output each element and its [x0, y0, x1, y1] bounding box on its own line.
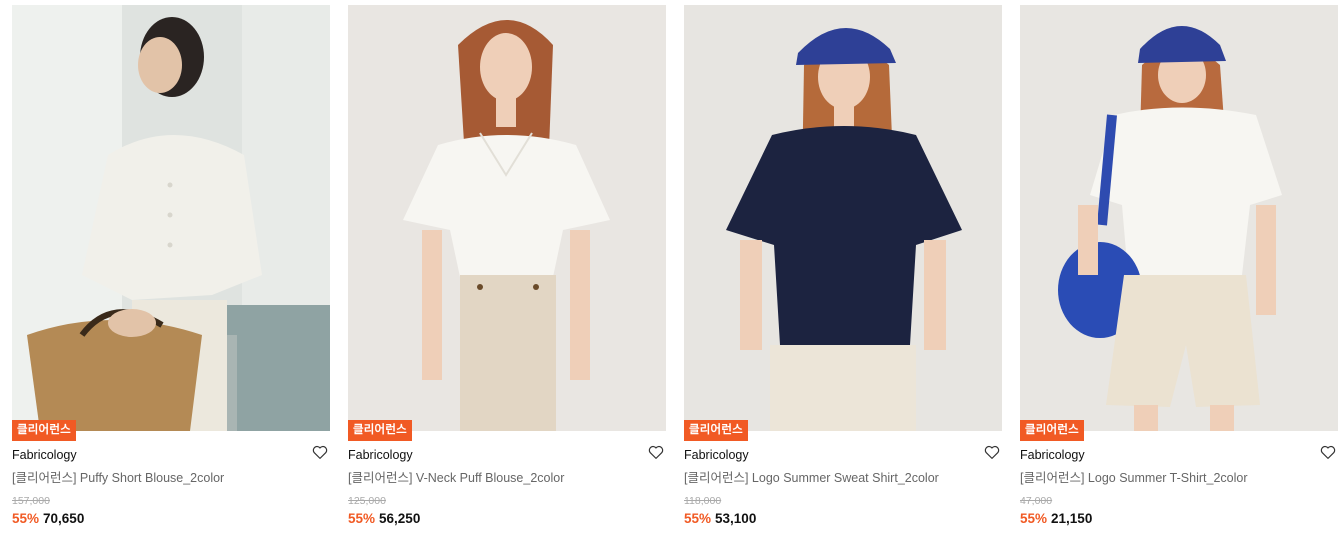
brand-name[interactable]: Fabricology: [348, 447, 413, 463]
product-name[interactable]: [클리어런스] Puffy Short Blouse_2color: [12, 470, 224, 486]
model-photo-icon: [12, 5, 330, 431]
product-name[interactable]: [클리어런스] Logo Summer Sweat Shirt_2color: [684, 470, 939, 486]
wishlist-heart-icon[interactable]: [647, 443, 665, 461]
clearance-badge: 클리어런스: [1020, 420, 1084, 441]
price-line: 55% 21,150: [1020, 510, 1092, 528]
price-line: 55% 53,100: [684, 510, 756, 528]
product-card[interactable]: 클리어런스 Fabricology [클리어런스] V-Neck Puff Bl…: [348, 5, 666, 531]
discount-rate: 55%: [12, 511, 40, 526]
clearance-badge: 클리어런스: [684, 420, 748, 441]
brand-name[interactable]: Fabricology: [684, 447, 749, 463]
discount-rate: 55%: [1020, 511, 1048, 526]
model-photo-icon: [684, 5, 1002, 431]
brand-name[interactable]: Fabricology: [1020, 447, 1085, 463]
wishlist-heart-icon[interactable]: [983, 443, 1001, 461]
product-image[interactable]: [348, 5, 666, 431]
original-price: 47,000: [1020, 495, 1053, 507]
product-image[interactable]: [1020, 5, 1338, 431]
sale-price: 56,250: [379, 511, 421, 526]
clearance-badge: 클리어런스: [348, 420, 412, 441]
original-price: 157,000: [12, 495, 50, 507]
price-line: 55% 70,650: [12, 510, 84, 528]
product-image[interactable]: [684, 5, 1002, 431]
model-photo-icon: [348, 5, 666, 431]
sale-price: 53,100: [715, 511, 757, 526]
wishlist-heart-icon[interactable]: [1319, 443, 1337, 461]
product-image[interactable]: [12, 5, 330, 431]
product-name[interactable]: [클리어런스] V-Neck Puff Blouse_2color: [348, 470, 564, 486]
product-name[interactable]: [클리어런스] Logo Summer T-Shirt_2color: [1020, 470, 1247, 486]
price-line: 55% 56,250: [348, 510, 420, 528]
discount-rate: 55%: [684, 511, 712, 526]
model-photo-icon: [1020, 5, 1338, 431]
wishlist-heart-icon[interactable]: [311, 443, 329, 461]
product-card[interactable]: 클리어런스 Fabricology [클리어런스] Logo Summer T-…: [1020, 5, 1338, 531]
product-card[interactable]: 클리어런스 Fabricology [클리어런스] Logo Summer Sw…: [684, 5, 1002, 531]
brand-name[interactable]: Fabricology: [12, 447, 77, 463]
product-card[interactable]: 클리어런스 Fabricology [클리어런스] Puffy Short Bl…: [12, 5, 330, 531]
sale-price: 70,650: [43, 511, 85, 526]
clearance-badge: 클리어런스: [12, 420, 76, 441]
discount-rate: 55%: [348, 511, 376, 526]
original-price: 118,000: [684, 495, 722, 507]
original-price: 125,000: [348, 495, 386, 507]
sale-price: 21,150: [1051, 511, 1093, 526]
product-grid: 클리어런스 Fabricology [클리어런스] Puffy Short Bl…: [12, 5, 1338, 531]
